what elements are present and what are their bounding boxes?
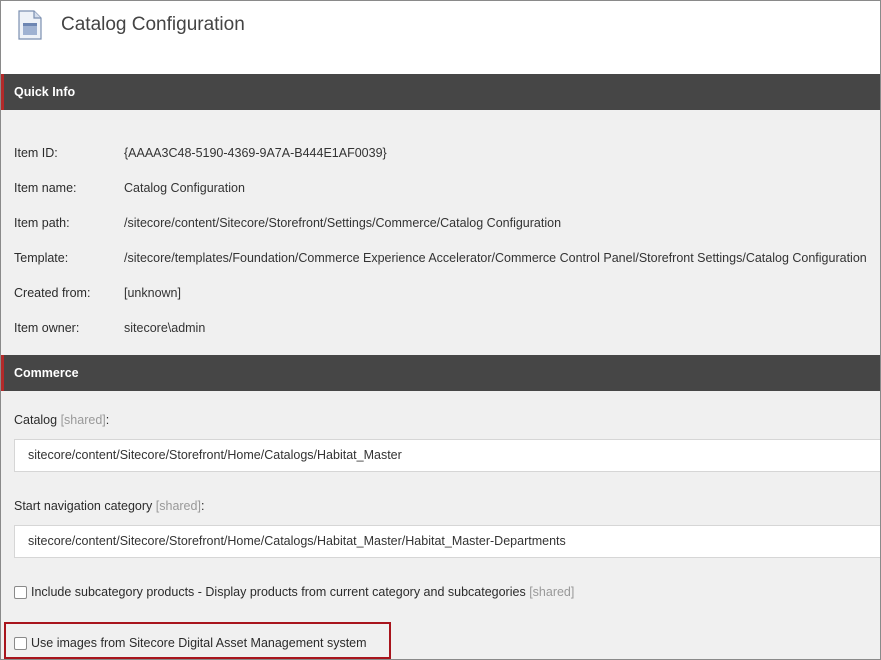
start-navigation-field-label: Start navigation category [shared]: xyxy=(14,498,204,514)
info-label: Item owner: xyxy=(14,321,80,335)
use-dam-images-checkbox[interactable] xyxy=(14,637,27,650)
page-header: Catalog Configuration xyxy=(1,1,880,74)
field-label-text: Start navigation category xyxy=(14,499,153,513)
section-header-quick-info[interactable]: Quick Info xyxy=(1,74,880,110)
info-row-template: Template: /sitecore/templates/Foundation… xyxy=(14,250,880,266)
section-title: Commerce xyxy=(14,366,79,380)
shared-tag: [shared] xyxy=(529,585,575,599)
info-row-item-id: Item ID: {AAAA3C48-5190-4369-9A7A-B444E1… xyxy=(14,145,880,161)
info-value: {AAAA3C48-5190-4369-9A7A-B444E1AF0039} xyxy=(124,146,387,160)
info-row-item-name: Item name: Catalog Configuration xyxy=(14,180,880,196)
info-label: Item ID: xyxy=(14,146,58,160)
section-header-commerce[interactable]: Commerce xyxy=(1,355,880,391)
include-subcategory-label[interactable]: Include subcategory products - Display p… xyxy=(31,584,574,600)
info-row-item-owner: Item owner: sitecore\admin xyxy=(14,320,880,336)
info-label: Item name: xyxy=(14,181,77,195)
info-label: Created from: xyxy=(14,286,91,300)
content-editor-frame: Catalog Configuration Quick Info Item ID… xyxy=(0,0,881,660)
use-dam-images-label[interactable]: Use images from Sitecore Digital Asset M… xyxy=(31,635,367,651)
info-row-created-from: Created from: [unknown] xyxy=(14,285,880,301)
info-value: sitecore\admin xyxy=(124,321,206,335)
info-label: Template: xyxy=(14,251,69,265)
section-title: Quick Info xyxy=(14,85,76,99)
shared-tag: [shared] xyxy=(60,413,106,427)
field-label-text: Catalog xyxy=(14,413,58,427)
info-value: Catalog Configuration xyxy=(124,181,245,195)
info-value: [unknown] xyxy=(124,286,181,300)
catalog-input[interactable]: sitecore/content/Sitecore/Storefront/Hom… xyxy=(14,439,880,472)
catalog-field-label: Catalog [shared]: xyxy=(14,412,109,428)
shared-tag: [shared] xyxy=(155,499,201,513)
document-icon xyxy=(18,10,42,40)
template-link[interactable]: /sitecore/templates/Foundation/Commerce … xyxy=(124,250,867,266)
label-colon: : xyxy=(200,499,205,513)
page-title: Catalog Configuration xyxy=(61,14,245,35)
label-colon: : xyxy=(105,413,110,427)
info-row-item-path: Item path: /sitecore/content/Sitecore/St… xyxy=(14,215,880,231)
checkbox-label-text: Include subcategory products - Display p… xyxy=(31,585,526,599)
start-navigation-input[interactable]: sitecore/content/Sitecore/Storefront/Hom… xyxy=(14,525,880,558)
info-label: Item path: xyxy=(14,216,70,230)
include-subcategory-checkbox[interactable] xyxy=(14,586,27,599)
info-value: /sitecore/content/Sitecore/Storefront/Se… xyxy=(124,216,562,230)
